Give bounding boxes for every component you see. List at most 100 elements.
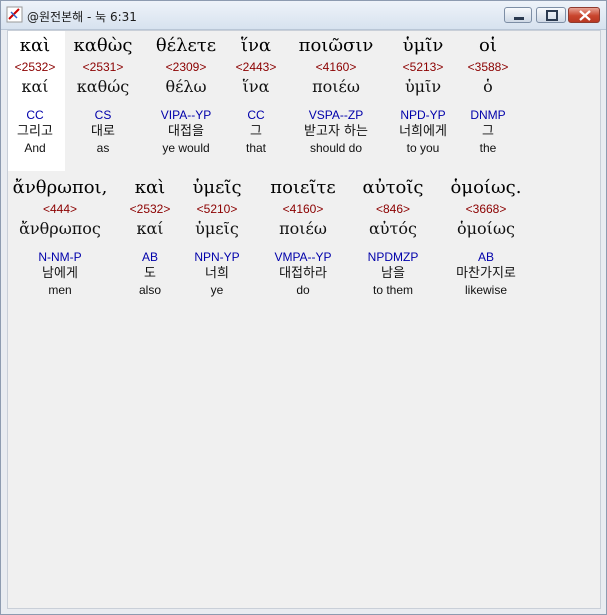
close-button[interactable] [568,7,600,23]
strong-number[interactable]: <5210> [183,201,251,217]
morphology-code[interactable]: AB [122,249,178,265]
maximize-button[interactable] [536,7,566,23]
korean-gloss: 마찬가지로 [456,266,516,281]
english-gloss: that [245,141,266,155]
greek-word: ὁμοίως. [450,177,522,198]
english-gloss: do [296,283,310,297]
strong-number[interactable]: <2443> [230,59,282,75]
strong-number[interactable]: <3588> [463,59,513,75]
english-gloss: men [48,283,72,297]
korean-gloss: 남에게 [42,266,78,281]
strong-number[interactable]: <4160> [258,201,348,217]
lemma: καί [136,219,164,238]
korean-gloss: 그 [482,124,494,139]
korean-gloss: 도 [144,266,156,281]
korean-gloss: 대접하라 [279,266,327,281]
korean-gloss: 너희에게 [399,124,447,139]
strong-number[interactable]: <2532> [122,201,178,217]
strong-number[interactable]: <444> [8,201,112,217]
korean-gloss: 그리고 [17,124,53,139]
korean-gloss: 너희 [205,266,229,281]
word-column[interactable]: αὐτοῖς <846> αὐτός NPDMZP 남을 to them [352,175,434,298]
english-gloss: likewise [464,283,507,297]
lemma: ἵνα [242,77,270,96]
lemma: καθώς [76,77,130,96]
greek-word: οἱ [479,35,497,56]
app-icon [6,6,23,23]
word-column[interactable]: θέλετε <2309> θέλω VIPA--YP 대접을 ye would [145,33,227,156]
lemma: ποιέω [279,219,327,238]
english-gloss: to you [406,141,440,155]
word-column[interactable]: ἄνθρωποι, <444> ἄνθρωπος N-NM-P 남에게 men [8,175,112,298]
word-column[interactable]: ὑμῖν <5213> ὑμῖν NPD-YP 너희에게 to you [388,33,458,156]
lemma: ὑμῖν [404,77,442,96]
maximize-icon [546,10,558,21]
word-column[interactable]: καὶ <2532> καί CC 그리고 And [8,33,62,156]
greek-word: καθὼς [73,35,133,56]
word-column[interactable]: ἵνα <2443> ἵνα CC 그 that [230,33,282,156]
lemma: ὁμοίως [457,219,515,238]
morphology-code[interactable]: CC [8,107,62,123]
greek-word: αὐτοῖς [362,177,424,198]
morphology-code[interactable]: NPDMZP [352,249,434,265]
greek-word: ποιῶσιν [298,35,374,56]
morphology-code[interactable]: CS [66,107,140,123]
close-icon [579,10,591,21]
morphology-code[interactable]: VSPA--ZP [289,107,383,123]
minimize-button[interactable] [504,7,532,23]
word-column[interactable]: ὁμοίως. <3668> ὁμοίως AB 마찬가지로 likewise [440,175,532,298]
lemma: καί [21,77,49,96]
english-gloss: to them [372,283,414,297]
english-gloss: ye [210,283,224,297]
strong-number[interactable]: <2309> [145,59,227,75]
morphology-code[interactable]: CC [230,107,282,123]
greek-word: θέλετε [155,35,217,56]
word-column[interactable]: ποιεῖτε <4160> ποιέω VMPA--YP 대접하라 do [258,175,348,298]
strong-number[interactable]: <3668> [440,201,532,217]
strong-number[interactable]: <2532> [8,59,62,75]
lemma: θέλω [165,77,207,96]
lemma: ἄνθρωπος [19,219,101,238]
greek-word: ποιεῖτε [270,177,336,198]
morphology-code[interactable]: N-NM-P [8,249,112,265]
word-column[interactable]: καθὼς <2531> καθώς CS 대로 as [66,33,140,156]
lemma: αὐτός [369,219,417,238]
korean-gloss: 대접을 [168,124,204,139]
strong-number[interactable]: <5213> [388,59,458,75]
korean-gloss: 그 [250,124,262,139]
greek-word: καὶ [19,35,51,56]
morphology-code[interactable]: VMPA--YP [258,249,348,265]
strong-number[interactable]: <4160> [289,59,383,75]
greek-word: ἄνθρωποι, [12,177,108,198]
word-column[interactable]: οἱ <3588> ὁ DNMP 그 the [463,33,513,156]
english-gloss: also [138,283,161,297]
greek-word: καὶ [134,177,166,198]
english-gloss: And [24,141,46,155]
word-column[interactable]: καὶ <2532> καί AB 도 also [122,175,178,298]
lemma: ποιέω [312,77,360,96]
word-column[interactable]: ὑμεῖς <5210> ὑμεῖς NPN-YP 너희 ye [183,175,251,298]
word-column[interactable]: ποιῶσιν <4160> ποιέω VSPA--ZP 받고자 하는 sho… [289,33,383,156]
lemma: ὑμεῖς [195,219,239,238]
korean-gloss: 대로 [91,124,115,139]
strong-number[interactable]: <2531> [66,59,140,75]
korean-gloss: 받고자 하는 [304,124,368,139]
morphology-code[interactable]: NPD-YP [388,107,458,123]
minimize-icon [514,17,524,20]
window-title: @원전본해 - 눅 6:31 [27,10,137,24]
app-window: @원전본해 - 눅 6:31 καὶ <2532> καί CC 그리고 And… [0,0,607,615]
lemma: ὁ [483,77,493,96]
english-gloss: the [479,141,497,155]
greek-word: ὑμῖν [402,35,444,56]
morphology-code[interactable]: DNMP [463,107,513,123]
english-gloss: should do [309,141,363,155]
english-gloss: as [96,141,110,155]
greek-word: ἵνα [240,35,272,56]
strong-number[interactable]: <846> [352,201,434,217]
morphology-code[interactable]: AB [440,249,532,265]
morphology-code[interactable]: NPN-YP [183,249,251,265]
morphology-code[interactable]: VIPA--YP [145,107,227,123]
title-bar[interactable]: @원전본해 - 눅 6:31 [1,1,606,30]
interlinear-panel: καὶ <2532> καί CC 그리고 And καθὼς <2531> κ… [7,30,601,609]
korean-gloss: 남을 [381,266,405,281]
